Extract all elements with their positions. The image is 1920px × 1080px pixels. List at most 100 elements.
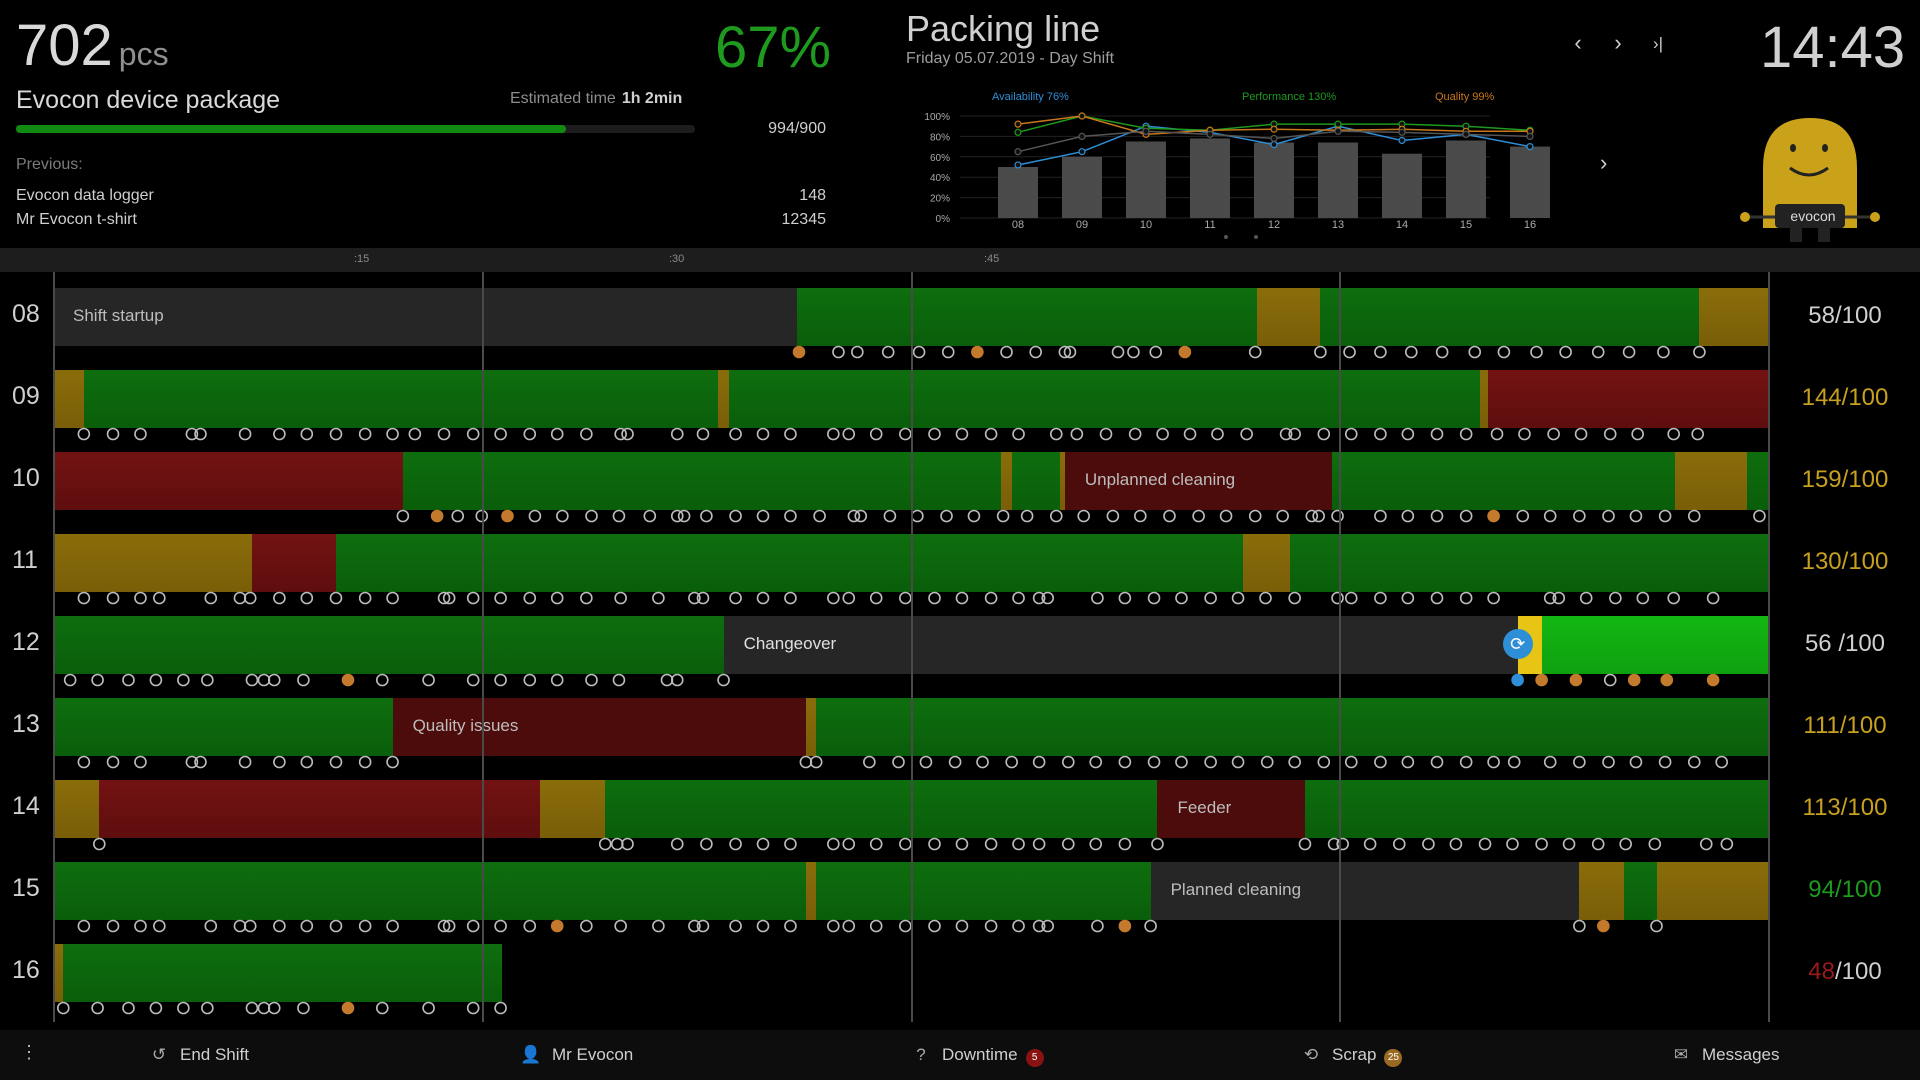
status-segment-yellow[interactable] — [1256, 288, 1321, 346]
cycle-marker[interactable] — [494, 673, 507, 687]
more-menu-icon[interactable]: ⋮ — [20, 1042, 38, 1063]
cycle-marker[interactable] — [1430, 509, 1444, 523]
cycle-marker[interactable] — [300, 591, 314, 605]
cycle-marker[interactable] — [1331, 591, 1344, 605]
cycle-marker[interactable] — [1401, 591, 1415, 605]
cycle-marker[interactable] — [899, 427, 912, 441]
cycle-marker[interactable] — [177, 673, 190, 687]
cycle-marker[interactable] — [1070, 427, 1084, 441]
cycle-marker[interactable] — [1516, 509, 1530, 523]
cycle-marker[interactable] — [1631, 427, 1644, 441]
cycle-marker[interactable] — [1699, 837, 1713, 851]
cycle-marker[interactable] — [580, 591, 593, 605]
cycle-marker[interactable] — [1569, 673, 1583, 687]
cycle-marker[interactable] — [827, 427, 840, 441]
cycle-marker[interactable] — [77, 427, 91, 441]
cycle-marker[interactable] — [77, 755, 91, 769]
cycle-marker[interactable] — [185, 427, 199, 441]
cycle-marker[interactable] — [614, 919, 627, 933]
status-segment-green[interactable] — [1289, 534, 1768, 592]
cycle-marker[interactable] — [670, 673, 684, 687]
cycle-marker[interactable] — [523, 919, 537, 933]
cycle-marker[interactable] — [1547, 427, 1560, 441]
cycle-marker[interactable] — [1487, 509, 1500, 523]
cycle-marker[interactable] — [466, 673, 480, 687]
status-segment-green[interactable] — [605, 780, 1158, 838]
cycle-marker[interactable] — [466, 1001, 480, 1015]
chart-page-dot[interactable] — [1224, 235, 1228, 239]
downtime-segment[interactable]: Feeder — [1157, 780, 1305, 838]
cycle-marker[interactable] — [185, 755, 199, 769]
cycle-marker[interactable] — [1430, 755, 1444, 769]
cycle-marker[interactable] — [1118, 591, 1132, 605]
cycle-marker[interactable] — [784, 919, 797, 933]
cycle-marker[interactable] — [1693, 345, 1706, 359]
cycle-marker[interactable] — [799, 755, 813, 769]
downtime-button[interactable]: ? Downtime 5 — [910, 1045, 1044, 1067]
status-segment-red[interactable] — [53, 452, 403, 510]
cycle-marker[interactable] — [580, 919, 593, 933]
cycle-marker[interactable] — [63, 673, 77, 687]
cycle-marker[interactable] — [273, 427, 286, 441]
cycle-marker[interactable] — [1063, 345, 1077, 359]
cycle-marker[interactable] — [827, 837, 840, 851]
cycle-marker[interactable] — [329, 427, 343, 441]
cycle-marker[interactable] — [1573, 509, 1586, 523]
end-shift-button[interactable]: ↺ End Shift — [148, 1045, 249, 1065]
cycle-marker[interactable] — [1609, 591, 1622, 605]
cycle-marker[interactable] — [204, 919, 218, 933]
cycle-marker[interactable] — [1687, 509, 1701, 523]
cycle-marker[interactable] — [996, 509, 1010, 523]
cycle-marker[interactable] — [1163, 509, 1176, 523]
cycle-marker[interactable] — [273, 591, 286, 605]
cycle-marker[interactable] — [1260, 755, 1274, 769]
cycle-marker[interactable] — [842, 919, 856, 933]
cycle-marker[interactable] — [257, 673, 271, 687]
cycle-marker[interactable] — [396, 509, 410, 523]
cycle-marker[interactable] — [955, 591, 969, 605]
cycle-marker[interactable] — [466, 919, 480, 933]
cycle-marker[interactable] — [614, 427, 627, 441]
cycle-marker[interactable] — [149, 673, 163, 687]
cycle-marker[interactable] — [881, 345, 895, 359]
cycle-marker[interactable] — [1478, 837, 1492, 851]
cycle-marker[interactable] — [1602, 755, 1615, 769]
status-segment-yellow[interactable] — [718, 370, 729, 428]
cycle-marker[interactable] — [984, 427, 998, 441]
cycle-marker[interactable] — [1392, 837, 1406, 851]
cycle-marker[interactable] — [1147, 755, 1161, 769]
cycle-marker[interactable] — [134, 591, 147, 605]
cycle-marker[interactable] — [1118, 755, 1132, 769]
cycle-marker[interactable] — [329, 591, 343, 605]
cycle-marker[interactable] — [792, 345, 806, 359]
cycle-marker[interactable] — [1279, 427, 1293, 441]
cycle-marker[interactable] — [528, 509, 542, 523]
cycle-marker[interactable] — [1344, 755, 1358, 769]
cycle-marker[interactable] — [494, 1001, 507, 1015]
cycle-marker[interactable] — [1344, 427, 1358, 441]
cycle-marker[interactable] — [688, 591, 701, 605]
status-segment-yellow[interactable] — [805, 862, 817, 920]
cycle-marker[interactable] — [1490, 427, 1504, 441]
cycle-marker[interactable] — [1156, 427, 1169, 441]
cycle-marker[interactable] — [1058, 345, 1072, 359]
cycle-marker[interactable] — [1706, 591, 1720, 605]
cycle-marker[interactable] — [1706, 673, 1720, 687]
cycle-marker[interactable] — [899, 837, 912, 851]
cycle-marker[interactable] — [784, 509, 797, 523]
cycle-marker[interactable] — [1374, 755, 1387, 769]
cycle-marker[interactable] — [201, 673, 214, 687]
status-segment-green[interactable] — [797, 288, 1257, 346]
cycle-marker[interactable] — [756, 427, 770, 441]
cycle-marker[interactable] — [928, 919, 941, 933]
cycle-marker[interactable] — [580, 427, 593, 441]
cycle-marker[interactable] — [1543, 755, 1557, 769]
cycle-marker[interactable] — [245, 1001, 259, 1015]
cycle-marker[interactable] — [670, 837, 684, 851]
cycle-marker[interactable] — [1314, 345, 1327, 359]
cycle-marker[interactable] — [842, 591, 856, 605]
cycle-marker[interactable] — [1648, 837, 1662, 851]
cycle-marker[interactable] — [1468, 345, 1482, 359]
cycle-marker[interactable] — [358, 591, 372, 605]
status-segment-green[interactable] — [816, 698, 1768, 756]
